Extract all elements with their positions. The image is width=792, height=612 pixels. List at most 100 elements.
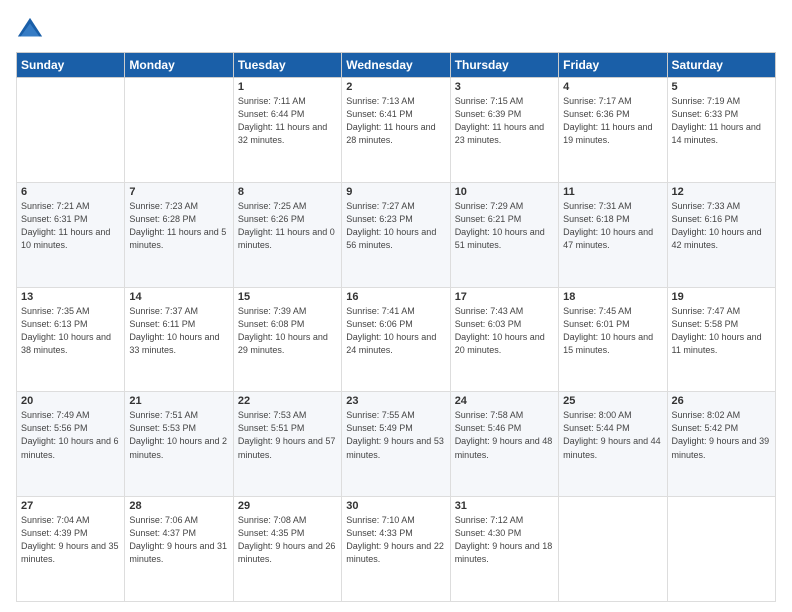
day-number: 11	[563, 186, 662, 198]
calendar-week-2: 6 Sunrise: 7:21 AMSunset: 6:31 PMDaylight…	[17, 182, 776, 287]
calendar-header-tuesday: Tuesday	[233, 53, 341, 78]
calendar-week-1: 1 Sunrise: 7:11 AMSunset: 6:44 PMDaylight…	[17, 78, 776, 183]
day-info: Sunrise: 7:51 AMSunset: 5:53 PMDaylight:…	[129, 409, 228, 461]
day-number: 4	[563, 81, 662, 93]
calendar-cell: 6 Sunrise: 7:21 AMSunset: 6:31 PMDaylight…	[17, 182, 125, 287]
day-number: 16	[346, 291, 445, 303]
day-info: Sunrise: 7:29 AMSunset: 6:21 PMDaylight:…	[455, 200, 554, 252]
calendar-cell: 14Sunrise: 7:37 AMSunset: 6:11 PMDayligh…	[125, 287, 233, 392]
day-number: 10	[455, 186, 554, 198]
day-info: Sunrise: 7:13 AMSunset: 6:41 PMDaylight:…	[346, 95, 445, 147]
day-info: Sunrise: 8:02 AMSunset: 5:42 PMDaylight:…	[672, 409, 771, 461]
day-number: 7	[129, 186, 228, 198]
day-number: 23	[346, 395, 445, 407]
calendar-cell: 22 Sunrise: 7:53 AMSunset: 5:51 PMDayligh…	[233, 392, 341, 497]
day-info: Sunrise: 7:39 AMSunset: 6:08 PMDaylight:…	[238, 305, 337, 357]
calendar-week-3: 13 Sunrise: 7:35 AMSunset: 6:13 PMDayligh…	[17, 287, 776, 392]
calendar-cell: 31 Sunrise: 7:12 AMSunset: 4:30 PMDayligh…	[450, 497, 558, 602]
calendar-cell: 7 Sunrise: 7:23 AMSunset: 6:28 PMDaylight…	[125, 182, 233, 287]
day-number: 15	[238, 291, 337, 303]
calendar-cell: 21 Sunrise: 7:51 AMSunset: 5:53 PMDayligh…	[125, 392, 233, 497]
day-info: Sunrise: 7:58 AMSunset: 5:46 PMDaylight:…	[455, 409, 554, 461]
day-number: 20	[21, 395, 120, 407]
calendar-header-sunday: Sunday	[17, 53, 125, 78]
day-info: Sunrise: 7:23 AMSunset: 6:28 PMDaylight:…	[129, 200, 228, 252]
day-number: 9	[346, 186, 445, 198]
calendar-cell: 17 Sunrise: 7:43 AMSunset: 6:03 PMDayligh…	[450, 287, 558, 392]
calendar-week-5: 27Sunrise: 7:04 AMSunset: 4:39 PMDayligh…	[17, 497, 776, 602]
calendar-cell: 23 Sunrise: 7:55 AMSunset: 5:49 PMDayligh…	[342, 392, 450, 497]
calendar-cell: 16Sunrise: 7:41 AMSunset: 6:06 PMDayligh…	[342, 287, 450, 392]
day-number: 12	[672, 186, 771, 198]
calendar-cell: 3 Sunrise: 7:15 AMSunset: 6:39 PMDaylight…	[450, 78, 558, 183]
day-number: 5	[672, 81, 771, 93]
day-number: 18	[563, 291, 662, 303]
day-number: 24	[455, 395, 554, 407]
day-info: Sunrise: 7:08 AMSunset: 4:35 PMDaylight:…	[238, 514, 337, 566]
calendar-cell: 24 Sunrise: 7:58 AMSunset: 5:46 PMDayligh…	[450, 392, 558, 497]
day-info: Sunrise: 7:06 AMSunset: 4:37 PMDaylight:…	[129, 514, 228, 566]
day-info: Sunrise: 7:25 AMSunset: 6:26 PMDaylight:…	[238, 200, 337, 252]
day-info: Sunrise: 7:21 AMSunset: 6:31 PMDaylight:…	[21, 200, 120, 252]
day-number: 26	[672, 395, 771, 407]
day-number: 13	[21, 291, 120, 303]
calendar-cell: 13 Sunrise: 7:35 AMSunset: 6:13 PMDayligh…	[17, 287, 125, 392]
logo	[16, 16, 48, 44]
calendar-cell: 29Sunrise: 7:08 AMSunset: 4:35 PMDayligh…	[233, 497, 341, 602]
header	[16, 16, 776, 44]
calendar-header-row: SundayMondayTuesdayWednesdayThursdayFrid…	[17, 53, 776, 78]
page: SundayMondayTuesdayWednesdayThursdayFrid…	[0, 0, 792, 612]
day-info: Sunrise: 7:17 AMSunset: 6:36 PMDaylight:…	[563, 95, 662, 147]
calendar-table: SundayMondayTuesdayWednesdayThursdayFrid…	[16, 52, 776, 602]
calendar-cell	[17, 78, 125, 183]
day-number: 8	[238, 186, 337, 198]
day-info: Sunrise: 7:04 AMSunset: 4:39 PMDaylight:…	[21, 514, 120, 566]
calendar-cell: 19 Sunrise: 7:47 AMSunset: 5:58 PMDayligh…	[667, 287, 775, 392]
day-info: Sunrise: 7:53 AMSunset: 5:51 PMDaylight:…	[238, 409, 337, 461]
calendar-header-thursday: Thursday	[450, 53, 558, 78]
calendar-header-wednesday: Wednesday	[342, 53, 450, 78]
day-info: Sunrise: 7:35 AMSunset: 6:13 PMDaylight:…	[21, 305, 120, 357]
calendar-cell: 1 Sunrise: 7:11 AMSunset: 6:44 PMDaylight…	[233, 78, 341, 183]
calendar-cell: 30Sunrise: 7:10 AMSunset: 4:33 PMDayligh…	[342, 497, 450, 602]
day-number: 19	[672, 291, 771, 303]
calendar-cell	[559, 497, 667, 602]
day-number: 17	[455, 291, 554, 303]
day-number: 28	[129, 500, 228, 512]
calendar-cell: 18 Sunrise: 7:45 AMSunset: 6:01 PMDayligh…	[559, 287, 667, 392]
calendar-cell: 2Sunrise: 7:13 AMSunset: 6:41 PMDaylight…	[342, 78, 450, 183]
day-number: 1	[238, 81, 337, 93]
calendar-cell: 28 Sunrise: 7:06 AMSunset: 4:37 PMDayligh…	[125, 497, 233, 602]
calendar-cell: 5 Sunrise: 7:19 AMSunset: 6:33 PMDaylight…	[667, 78, 775, 183]
day-info: Sunrise: 7:12 AMSunset: 4:30 PMDaylight:…	[455, 514, 554, 566]
calendar-cell: 8 Sunrise: 7:25 AMSunset: 6:26 PMDaylight…	[233, 182, 341, 287]
day-info: Sunrise: 7:37 AMSunset: 6:11 PMDaylight:…	[129, 305, 228, 357]
calendar-header-friday: Friday	[559, 53, 667, 78]
day-info: Sunrise: 8:00 AMSunset: 5:44 PMDaylight:…	[563, 409, 662, 461]
day-number: 6	[21, 186, 120, 198]
day-number: 25	[563, 395, 662, 407]
day-info: Sunrise: 7:27 AMSunset: 6:23 PMDaylight:…	[346, 200, 445, 252]
day-info: Sunrise: 7:45 AMSunset: 6:01 PMDaylight:…	[563, 305, 662, 357]
calendar-cell: 12 Sunrise: 7:33 AMSunset: 6:16 PMDayligh…	[667, 182, 775, 287]
day-info: Sunrise: 7:11 AMSunset: 6:44 PMDaylight:…	[238, 95, 337, 147]
calendar-header-saturday: Saturday	[667, 53, 775, 78]
day-info: Sunrise: 7:15 AMSunset: 6:39 PMDaylight:…	[455, 95, 554, 147]
day-info: Sunrise: 7:47 AMSunset: 5:58 PMDaylight:…	[672, 305, 771, 357]
day-info: Sunrise: 7:43 AMSunset: 6:03 PMDaylight:…	[455, 305, 554, 357]
calendar-cell	[667, 497, 775, 602]
day-number: 21	[129, 395, 228, 407]
day-number: 31	[455, 500, 554, 512]
logo-icon	[16, 16, 44, 44]
day-info: Sunrise: 7:19 AMSunset: 6:33 PMDaylight:…	[672, 95, 771, 147]
calendar-cell: 20Sunrise: 7:49 AMSunset: 5:56 PMDayligh…	[17, 392, 125, 497]
day-info: Sunrise: 7:33 AMSunset: 6:16 PMDaylight:…	[672, 200, 771, 252]
calendar-cell: 10 Sunrise: 7:29 AMSunset: 6:21 PMDayligh…	[450, 182, 558, 287]
calendar-cell	[125, 78, 233, 183]
day-info: Sunrise: 7:55 AMSunset: 5:49 PMDaylight:…	[346, 409, 445, 461]
calendar-cell: 26 Sunrise: 8:02 AMSunset: 5:42 PMDayligh…	[667, 392, 775, 497]
day-number: 3	[455, 81, 554, 93]
day-number: 22	[238, 395, 337, 407]
day-info: Sunrise: 7:31 AMSunset: 6:18 PMDaylight:…	[563, 200, 662, 252]
calendar-cell: 4 Sunrise: 7:17 AMSunset: 6:36 PMDaylight…	[559, 78, 667, 183]
